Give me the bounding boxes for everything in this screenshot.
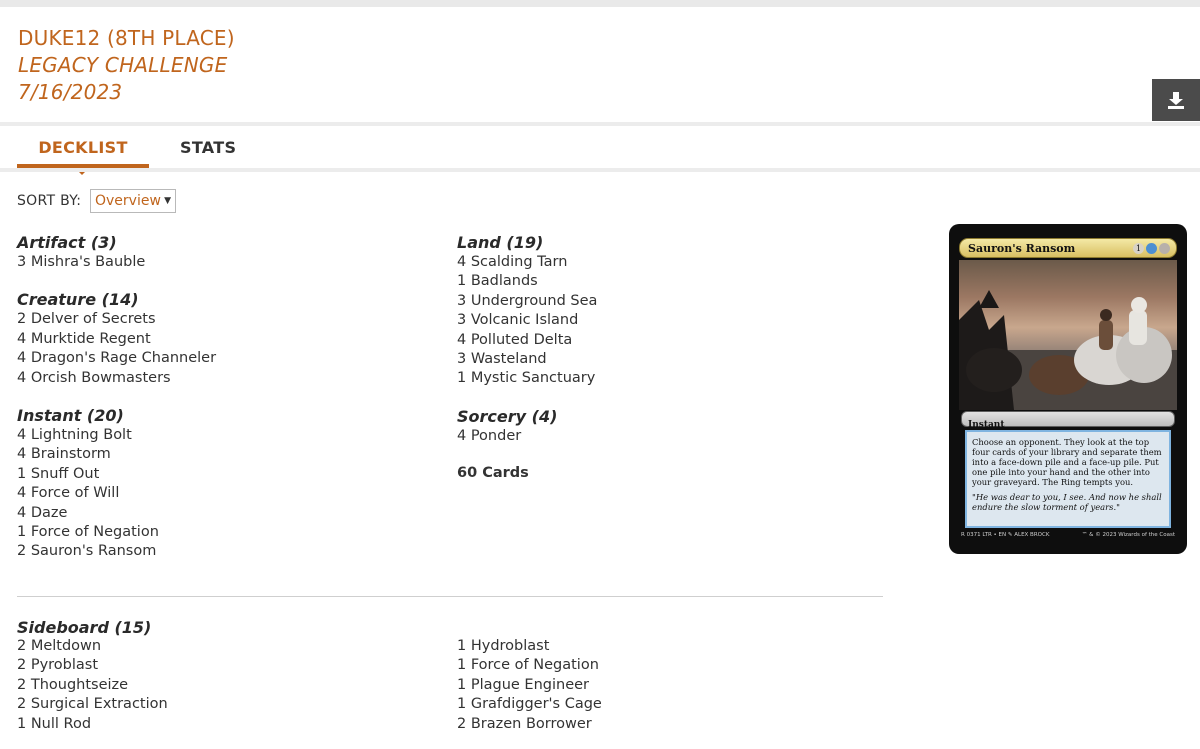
group-heading: Artifact (3) (17, 233, 117, 252)
event-title: LEGACY CHALLENGE (18, 53, 228, 77)
event-date: 7/16/2023 (18, 80, 123, 104)
card-collector-info: R 0371 LTR • EN ✎ ALEX BROCK (961, 532, 1050, 538)
tabs-separator (0, 168, 1200, 172)
card-entry[interactable]: 2 Surgical Extraction (17, 695, 168, 714)
sideboard-heading: Sideboard (15) (17, 618, 152, 637)
player-title: DUKE12 (8TH PLACE) (18, 26, 235, 50)
mana-cost: 1 (1133, 242, 1170, 254)
tab-stats[interactable]: STATS (180, 138, 236, 157)
card-entry[interactable]: 1 Snuff Out (17, 465, 437, 484)
card-entry[interactable]: 4 Brainstorm (17, 445, 437, 464)
black-mana-icon (1159, 242, 1170, 254)
blue-mana-icon (1146, 242, 1157, 254)
group-heading: Sorcery (4) (457, 406, 558, 426)
decklist-column-right: Land (19) 4 Scalding Tarn 1 Badlands 3 U… (457, 233, 877, 484)
card-type: Instant (968, 420, 1005, 430)
card-entry[interactable]: 3 Underground Sea (457, 292, 877, 311)
card-entry[interactable]: 2 Thoughtseize (17, 676, 168, 695)
card-entry[interactable]: 1 Mystic Sanctuary (457, 369, 877, 388)
group-heading: Instant (20) (17, 406, 124, 426)
card-name: Sauron's Ransom (968, 241, 1076, 255)
deck-total: 60 Cards (457, 465, 529, 482)
card-entry[interactable]: 2 Brazen Borrower (457, 715, 602, 734)
card-entry[interactable]: 4 Daze (17, 504, 437, 523)
card-entry[interactable]: 4 Dragon's Rage Channeler (17, 349, 437, 368)
card-entry[interactable]: 3 Wasteland (457, 350, 877, 369)
chevron-down-icon: ▼ (164, 196, 171, 206)
card-entry[interactable]: 2 Pyroblast (17, 656, 168, 675)
card-entry[interactable]: 1 Force of Negation (17, 523, 437, 542)
sideboard-divider (17, 596, 883, 597)
card-title-bar: Sauron's Ransom 1 (959, 238, 1177, 258)
card-entry[interactable]: 1 Force of Negation (457, 656, 602, 675)
card-group-creature: Creature (14) 2 Delver of Secrets 4 Murk… (17, 290, 437, 388)
card-group-instant: Instant (20) 4 Lightning Bolt 4 Brainsto… (17, 406, 437, 562)
card-entry[interactable]: 1 Hydroblast (457, 637, 602, 656)
card-group-land: Land (19) 4 Scalding Tarn 1 Badlands 3 U… (457, 233, 877, 389)
card-preview: Sauron's Ransom 1 Instant Choose an oppo… (949, 224, 1187, 554)
card-entry[interactable]: 2 Meltdown (17, 637, 168, 656)
sideboard-column-left: 2 Meltdown 2 Pyroblast 2 Thoughtseize 2 … (17, 637, 168, 734)
download-button[interactable] (1152, 79, 1200, 121)
top-strip (0, 0, 1200, 7)
card-group-sorcery: Sorcery (4) 4 Ponder (457, 407, 877, 446)
card-entry[interactable]: 1 Null Rod (17, 715, 168, 734)
card-entry[interactable]: 4 Lightning Bolt (17, 426, 437, 445)
sideboard-column-right: 1 Hydroblast 1 Force of Negation 1 Plagu… (457, 637, 602, 734)
card-copyright: ™ & © 2023 Wizards of the Coast (1081, 532, 1175, 538)
card-entry[interactable]: 4 Orcish Bowmasters (17, 369, 437, 388)
card-rules-text: Choose an opponent. They look at the top… (972, 437, 1162, 487)
card-entry[interactable]: 1 Plague Engineer (457, 676, 602, 695)
sort-selected-value: Overview (95, 193, 161, 209)
card-entry[interactable]: 3 Volcanic Island (457, 311, 877, 330)
card-entry[interactable]: 4 Force of Will (17, 484, 437, 503)
card-text-box: Choose an opponent. They look at the top… (965, 430, 1171, 528)
sort-select[interactable]: Overview ▼ (90, 189, 176, 213)
card-entry[interactable]: 4 Polluted Delta (457, 331, 877, 350)
download-icon (1168, 92, 1184, 109)
card-footer: R 0371 LTR • EN ✎ ALEX BROCK ™ & © 2023 … (961, 532, 1175, 538)
card-entry[interactable]: 2 Delver of Secrets (17, 310, 437, 329)
card-entry[interactable]: 1 Grafdigger's Cage (457, 695, 602, 714)
sort-label: SORT BY: (17, 193, 82, 209)
card-art-illustration (959, 290, 1177, 410)
card-entry[interactable]: 3 Mishra's Bauble (17, 253, 437, 272)
card-entry[interactable]: 4 Murktide Regent (17, 330, 437, 349)
decklist-column-left: Artifact (3) 3 Mishra's Bauble Creature … (17, 233, 437, 580)
tab-bar: DECKLIST STATS (0, 126, 1200, 175)
group-heading: Creature (14) (17, 290, 139, 310)
group-heading: Land (19) (457, 233, 544, 252)
card-entry[interactable]: 1 Badlands (457, 272, 877, 291)
card-entry[interactable]: 4 Ponder (457, 427, 877, 446)
tab-decklist[interactable]: DECKLIST (17, 138, 149, 157)
card-art (959, 260, 1177, 410)
card-type-line: Instant (961, 411, 1175, 430)
generic-mana-icon: 1 (1133, 242, 1144, 254)
card-flavor-text: "He was dear to you, I see. And now he s… (972, 492, 1162, 512)
card-entry[interactable]: 2 Sauron's Ransom (17, 542, 437, 561)
card-entry[interactable]: 4 Scalding Tarn (457, 253, 877, 272)
deck-header: DUKE12 (8TH PLACE) LEGACY CHALLENGE 7/16… (0, 7, 1200, 122)
card-group-artifact: Artifact (3) 3 Mishra's Bauble (17, 233, 437, 272)
